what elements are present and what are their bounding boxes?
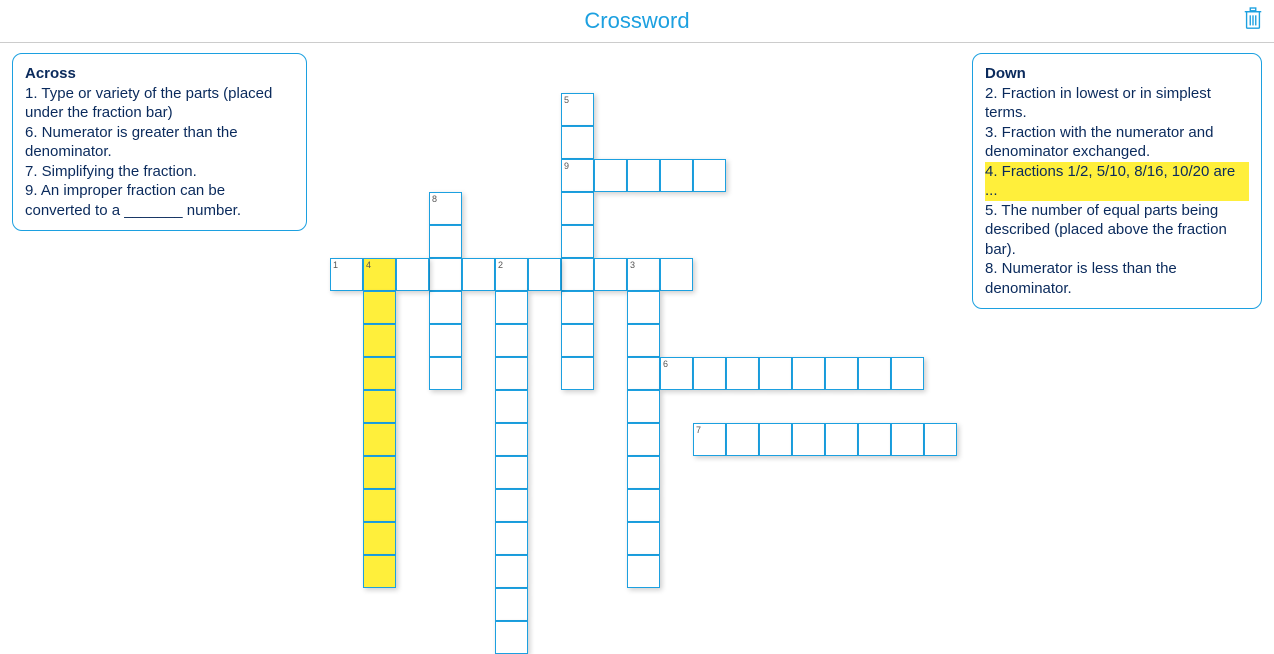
- down-clue-3[interactable]: 3. Fraction with the numerator and denom…: [985, 123, 1249, 162]
- grid-cell[interactable]: [693, 159, 726, 192]
- grid-cell[interactable]: [627, 291, 660, 324]
- grid-cell[interactable]: [792, 357, 825, 390]
- grid-cell[interactable]: [561, 258, 594, 291]
- cell-number: 3: [630, 260, 635, 270]
- down-clue-2[interactable]: 2. Fraction in lowest or in simplest ter…: [985, 84, 1249, 123]
- grid-cell[interactable]: [495, 555, 528, 588]
- grid-cell[interactable]: [627, 423, 660, 456]
- grid-cell[interactable]: [429, 291, 462, 324]
- grid-cell[interactable]: [891, 357, 924, 390]
- grid-cell[interactable]: [462, 258, 495, 291]
- grid-cell[interactable]: [429, 357, 462, 390]
- cell-number: 7: [696, 425, 701, 435]
- grid-cell[interactable]: [495, 390, 528, 423]
- grid-cell[interactable]: [495, 357, 528, 390]
- grid-cell[interactable]: [858, 423, 891, 456]
- grid-cell[interactable]: [429, 225, 462, 258]
- grid-cell[interactable]: [495, 522, 528, 555]
- grid-cell[interactable]: [528, 258, 561, 291]
- across-clue-1[interactable]: 1. Type or variety of the parts (placed …: [25, 84, 294, 123]
- across-clue-6[interactable]: 6. Numerator is greater than the denomin…: [25, 123, 294, 162]
- page-title: Crossword: [584, 8, 689, 33]
- grid-cell[interactable]: [363, 357, 396, 390]
- grid-cell[interactable]: [561, 225, 594, 258]
- grid-cell[interactable]: 8: [429, 192, 462, 225]
- grid-cell[interactable]: [495, 423, 528, 456]
- grid-cell[interactable]: [660, 258, 693, 291]
- grid-cell[interactable]: [726, 423, 759, 456]
- grid-cell[interactable]: [363, 291, 396, 324]
- grid-cell[interactable]: [594, 258, 627, 291]
- across-clue-7[interactable]: 7. Simplifying the fraction.: [25, 162, 294, 182]
- down-title: Down: [985, 64, 1249, 84]
- grid-cell[interactable]: [561, 291, 594, 324]
- down-clue-5[interactable]: 5. The number of equal parts being descr…: [985, 201, 1249, 260]
- grid-cell[interactable]: [561, 126, 594, 159]
- grid-cell[interactable]: [693, 357, 726, 390]
- grid-cell[interactable]: [594, 159, 627, 192]
- grid-cell[interactable]: [627, 357, 660, 390]
- grid-cell[interactable]: [561, 324, 594, 357]
- grid-cell[interactable]: [660, 159, 693, 192]
- grid-cell[interactable]: [759, 423, 792, 456]
- down-clues-box: Down 2. Fraction in lowest or in simples…: [972, 53, 1262, 309]
- grid-cell[interactable]: 2: [495, 258, 528, 291]
- down-clue-8[interactable]: 8. Numerator is less than the denominato…: [985, 259, 1249, 298]
- cell-number: 8: [432, 194, 437, 204]
- grid-cell[interactable]: 3: [627, 258, 660, 291]
- grid-cell[interactable]: [429, 258, 462, 291]
- grid-cell[interactable]: [363, 324, 396, 357]
- cell-number: 6: [663, 359, 668, 369]
- grid-cell[interactable]: [495, 291, 528, 324]
- grid-cell[interactable]: [627, 522, 660, 555]
- across-title: Across: [25, 64, 294, 84]
- grid-cell[interactable]: [858, 357, 891, 390]
- grid-cell[interactable]: [363, 555, 396, 588]
- grid-cell[interactable]: [792, 423, 825, 456]
- grid-cell[interactable]: [363, 489, 396, 522]
- grid-cell[interactable]: [825, 357, 858, 390]
- grid-cell[interactable]: [495, 456, 528, 489]
- content-area: Across 1. Type or variety of the parts (…: [0, 43, 1274, 63]
- grid-cell[interactable]: [627, 456, 660, 489]
- grid-cell[interactable]: 9: [561, 159, 594, 192]
- grid-cell[interactable]: 5: [561, 93, 594, 126]
- cell-number: 9: [564, 161, 569, 171]
- cell-number: 1: [333, 260, 338, 270]
- trash-icon[interactable]: [1242, 6, 1264, 32]
- grid-cell[interactable]: 4: [363, 258, 396, 291]
- grid-cell[interactable]: [561, 357, 594, 390]
- grid-cell[interactable]: 1: [330, 258, 363, 291]
- grid-cell[interactable]: [396, 258, 429, 291]
- grid-cell[interactable]: [495, 324, 528, 357]
- grid-cell[interactable]: [363, 390, 396, 423]
- header: Crossword: [0, 0, 1274, 43]
- grid-cell[interactable]: [627, 390, 660, 423]
- grid-cell[interactable]: [363, 456, 396, 489]
- grid-cell[interactable]: [495, 489, 528, 522]
- grid-cell[interactable]: [495, 621, 528, 654]
- down-clue-4[interactable]: 4. Fractions 1/2, 5/10, 8/16, 10/20 are …: [985, 162, 1249, 201]
- grid-cell[interactable]: [363, 423, 396, 456]
- grid-cell[interactable]: [627, 489, 660, 522]
- grid-cell[interactable]: [627, 555, 660, 588]
- grid-cell[interactable]: [825, 423, 858, 456]
- grid-cell[interactable]: 7: [693, 423, 726, 456]
- across-clues-box: Across 1. Type or variety of the parts (…: [12, 53, 307, 231]
- grid-cell[interactable]: [561, 192, 594, 225]
- cell-number: 4: [366, 260, 371, 270]
- grid-cell[interactable]: [759, 357, 792, 390]
- grid-cell[interactable]: [495, 588, 528, 621]
- grid-cell[interactable]: [891, 423, 924, 456]
- grid-cell[interactable]: [924, 423, 957, 456]
- grid-cell[interactable]: [627, 159, 660, 192]
- across-clue-9[interactable]: 9. An improper fraction can be converted…: [25, 181, 294, 220]
- cell-number: 2: [498, 260, 503, 270]
- grid-cell[interactable]: [726, 357, 759, 390]
- cell-number: 5: [564, 95, 569, 105]
- grid-cell[interactable]: 6: [660, 357, 693, 390]
- grid-cell[interactable]: [363, 522, 396, 555]
- grid-cell[interactable]: [429, 324, 462, 357]
- grid-cell[interactable]: [627, 324, 660, 357]
